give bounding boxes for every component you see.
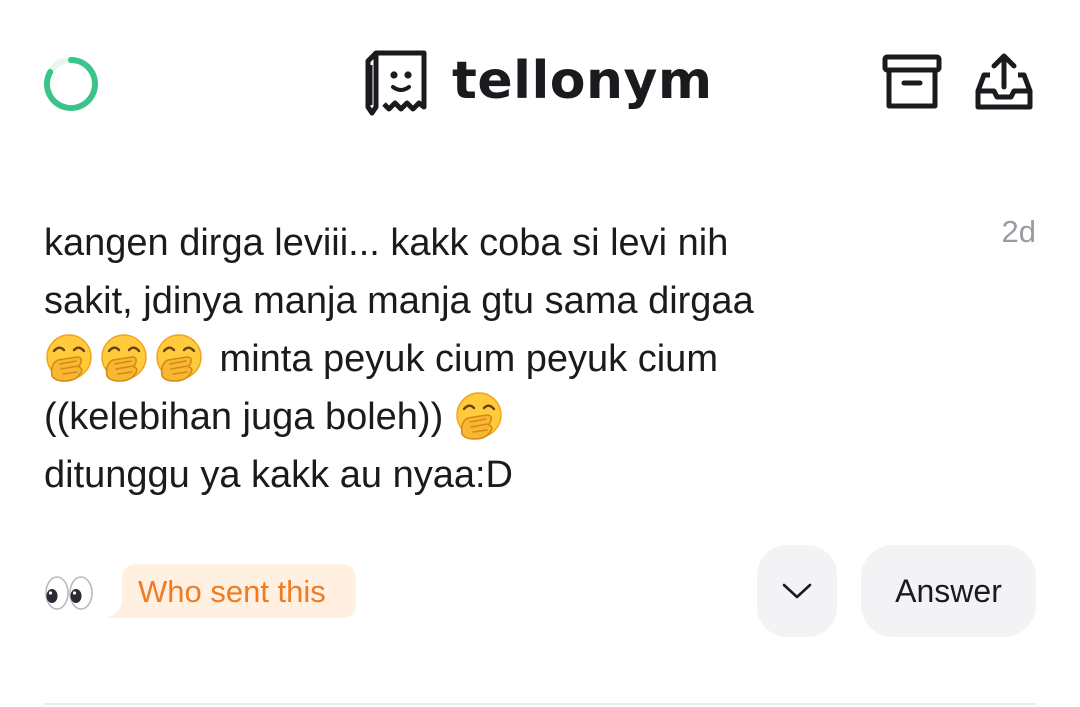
hand-over-mouth-emoji-icon	[44, 333, 94, 383]
hand-over-mouth-emoji-icon	[154, 333, 204, 383]
top-bar: tellonym	[0, 0, 1080, 170]
message-text: ((kelebihan juga boleh))	[44, 396, 454, 438]
tell-timestamp: 2d	[1001, 214, 1036, 249]
divider	[44, 703, 1036, 705]
hand-over-mouth-emoji-icon	[454, 391, 504, 441]
tellonym-logo-icon	[365, 50, 427, 116]
share-upload-icon	[975, 53, 1033, 110]
message-line: minta peyuk cium peyuk cium	[44, 330, 944, 388]
message-line: ditunggu ya kakk au nyaa:D	[44, 446, 944, 504]
brand: tellonym	[364, 48, 713, 118]
archive-button[interactable]	[880, 50, 944, 114]
expand-options-button[interactable]	[757, 545, 837, 637]
message-text: ditunggu ya kakk au nyaa:D	[44, 454, 513, 496]
loading-progress-icon	[42, 55, 100, 113]
hand-over-mouth-emoji-icon	[99, 333, 149, 383]
chevron-down-icon	[782, 583, 812, 599]
message-text: kangen dirga leviii... kakk coba si levi…	[44, 222, 729, 264]
share-button[interactable]	[972, 50, 1036, 114]
message-line: sakit, jdinya manja manja gtu sama dirga…	[44, 272, 944, 330]
archive-icon	[882, 54, 942, 109]
brand-name: tellonym	[452, 51, 713, 111]
who-sent-this-label: Who sent this	[138, 574, 326, 609]
message-line: kangen dirga leviii... kakk coba si levi…	[44, 214, 944, 272]
message-text: sakit, jdinya manja manja gtu sama dirga…	[44, 280, 754, 322]
answer-button[interactable]: Answer	[861, 545, 1036, 637]
eyes-emoji-icon	[45, 576, 93, 610]
message-line: ((kelebihan juga boleh))	[44, 388, 944, 446]
message-text: minta peyuk cium peyuk cium	[209, 338, 718, 380]
tell-message: kangen dirga leviii... kakk coba si levi…	[44, 214, 944, 504]
